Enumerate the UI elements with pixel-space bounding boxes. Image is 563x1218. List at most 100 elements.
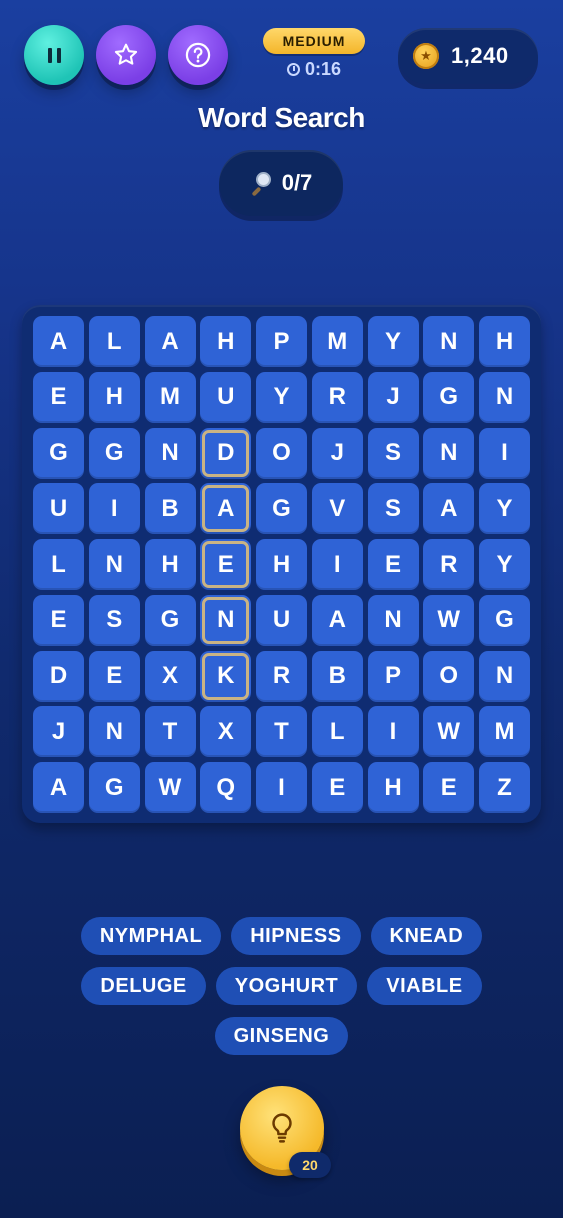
letter-cell[interactable]: Q: [200, 762, 252, 813]
letter-cell[interactable]: E: [33, 371, 84, 423]
timer-value: 0:16: [304, 59, 342, 79]
letter-cell[interactable]: G: [33, 427, 84, 479]
letter-cell[interactable]: E: [423, 762, 475, 813]
letter-cell[interactable]: A: [423, 483, 475, 535]
letter-cell[interactable]: S: [367, 483, 419, 535]
letter-cell[interactable]: T: [144, 706, 196, 758]
letter-cell[interactable]: S: [88, 594, 140, 646]
letter-cell[interactable]: N: [423, 316, 475, 367]
letter-cell[interactable]: X: [144, 650, 196, 702]
letter-cell[interactable]: M: [311, 316, 363, 367]
letter-cell[interactable]: E: [33, 594, 84, 646]
letter-cell[interactable]: E: [367, 539, 419, 590]
letter-cell[interactable]: G: [479, 594, 530, 646]
letter-cell[interactable]: L: [88, 316, 140, 367]
letter-cell[interactable]: W: [144, 762, 196, 813]
letter-cell[interactable]: L: [33, 539, 84, 590]
letter-cell[interactable]: R: [256, 650, 307, 702]
letter-cell[interactable]: M: [479, 706, 530, 758]
letter-board: ALAHPMYNHEHMUYRJGNGGNDOJSNIUIBAGVSAYLNHE…: [22, 305, 541, 823]
letter-cell[interactable]: L: [311, 706, 363, 758]
pause-button[interactable]: [24, 25, 84, 85]
letter-cell[interactable]: J: [367, 371, 419, 423]
letter-cell-selected[interactable]: E: [200, 539, 252, 590]
letter-cell[interactable]: N: [479, 371, 530, 423]
letter-cell[interactable]: A: [33, 762, 84, 813]
letter-cell[interactable]: S: [367, 427, 419, 479]
letter-cell[interactable]: H: [88, 371, 140, 423]
letter-cell[interactable]: I: [479, 427, 530, 479]
coin-balance[interactable]: ★ 1,240: [398, 28, 538, 84]
word-list: NYMPHAL HIPNESS KNEAD DELUGE YOGHURT VIABLE GI…: [0, 917, 563, 1055]
letter-cell[interactable]: V: [311, 483, 363, 535]
letter-cell[interactable]: U: [33, 483, 84, 535]
letter-cell[interactable]: O: [256, 427, 307, 479]
letter-cell[interactable]: X: [200, 706, 252, 758]
letter-cell[interactable]: I: [311, 539, 363, 590]
letter-cell[interactable]: I: [88, 483, 140, 535]
letter-cell[interactable]: B: [311, 650, 363, 702]
letter-cell[interactable]: G: [88, 762, 140, 813]
hint-count-badge: 20: [289, 1152, 331, 1178]
letter-cell-selected[interactable]: N: [200, 594, 252, 646]
word-chip: NYMPHAL: [80, 917, 222, 955]
letter-cell[interactable]: E: [88, 650, 140, 702]
letter-cell[interactable]: Y: [479, 483, 530, 535]
letter-cell[interactable]: Y: [367, 316, 419, 367]
letter-cell[interactable]: J: [33, 706, 84, 758]
letter-cell[interactable]: G: [423, 371, 475, 423]
letter-cell[interactable]: T: [256, 706, 307, 758]
letter-grid[interactable]: ALAHPMYNHEHMUYRJGNGGNDOJSNIUIBAGVSAYLNHE…: [33, 316, 530, 813]
timer: 0:16: [262, 59, 366, 80]
letter-cell[interactable]: N: [367, 594, 419, 646]
letter-cell[interactable]: H: [367, 762, 419, 813]
letter-cell[interactable]: H: [479, 316, 530, 367]
letter-cell[interactable]: N: [88, 539, 140, 590]
letter-cell[interactable]: J: [311, 427, 363, 479]
letter-cell[interactable]: R: [423, 539, 475, 590]
letter-cell[interactable]: W: [423, 706, 475, 758]
letter-cell[interactable]: H: [256, 539, 307, 590]
word-chip: HIPNESS: [231, 917, 361, 955]
letter-cell[interactable]: N: [144, 427, 196, 479]
letter-cell[interactable]: N: [88, 706, 140, 758]
difficulty-panel: MEDIUM 0:16: [262, 28, 366, 80]
letter-cell[interactable]: N: [423, 427, 475, 479]
letter-cell[interactable]: P: [367, 650, 419, 702]
letter-cell[interactable]: B: [144, 483, 196, 535]
favorite-button[interactable]: [96, 25, 156, 85]
help-button[interactable]: [168, 25, 228, 85]
letter-cell[interactable]: H: [200, 316, 252, 367]
letter-cell[interactable]: M: [144, 371, 196, 423]
letter-cell[interactable]: G: [256, 483, 307, 535]
letter-cell[interactable]: U: [256, 594, 307, 646]
letter-cell[interactable]: A: [311, 594, 363, 646]
letter-cell-selected[interactable]: K: [200, 650, 252, 702]
letter-cell-selected[interactable]: D: [200, 427, 252, 479]
letter-cell-selected[interactable]: A: [200, 483, 252, 535]
coin-icon: ★: [413, 43, 439, 69]
letter-cell[interactable]: G: [88, 427, 140, 479]
letter-cell[interactable]: A: [144, 316, 196, 367]
letter-cell[interactable]: U: [200, 371, 252, 423]
letter-cell[interactable]: H: [144, 539, 196, 590]
letter-cell[interactable]: Z: [479, 762, 530, 813]
letter-cell[interactable]: P: [256, 316, 307, 367]
progress-count: 0/7: [281, 170, 313, 195]
letter-cell[interactable]: I: [256, 762, 307, 813]
word-chip: YOGHURT: [215, 967, 358, 1005]
letter-cell[interactable]: I: [367, 706, 419, 758]
letter-cell[interactable]: N: [479, 650, 530, 702]
letter-cell[interactable]: W: [423, 594, 475, 646]
letter-cell[interactable]: Y: [256, 371, 307, 423]
letter-cell[interactable]: R: [311, 371, 363, 423]
letter-cell[interactable]: Y: [479, 539, 530, 590]
letter-cell[interactable]: A: [33, 316, 84, 367]
letter-cell[interactable]: G: [144, 594, 196, 646]
letter-cell[interactable]: D: [33, 650, 84, 702]
letter-cell[interactable]: E: [311, 762, 363, 813]
difficulty-badge: MEDIUM: [263, 28, 365, 54]
word-chip: GINSENG: [214, 1017, 349, 1055]
letter-cell[interactable]: O: [423, 650, 475, 702]
pause-icon: [47, 47, 61, 63]
